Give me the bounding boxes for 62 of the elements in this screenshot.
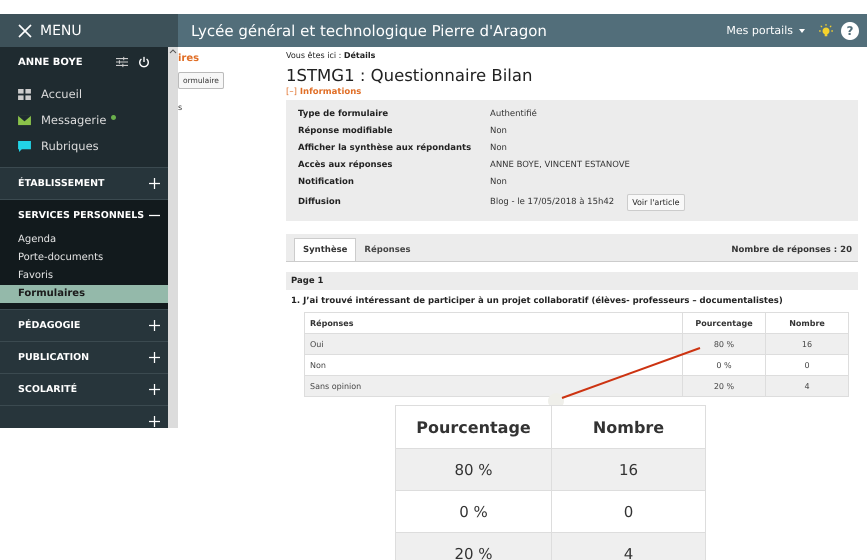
caret-icon <box>799 28 805 32</box>
info-value: Non <box>490 176 507 186</box>
section-header[interactable]: PÉDAGOGIE <box>0 310 168 341</box>
tab[interactable]: Synthèse <box>294 238 356 261</box>
envelope-icon <box>18 114 31 126</box>
table-cell: 16 <box>766 334 848 354</box>
section-header[interactable]: ÉTABLISSEMENT <box>0 168 168 199</box>
view-article-button[interactable]: Voir l'article <box>627 194 685 210</box>
page-title: 1STMG1 : Questionnaire Bilan <box>286 65 534 87</box>
table-cell: 4 <box>552 532 706 560</box>
sidebar-link[interactable]: Accueil <box>0 81 168 107</box>
info-value: ANNE BOYE, VINCENT ESTANOVE <box>490 160 630 170</box>
settings-icon[interactable] <box>116 56 128 68</box>
table-cell: 20 % <box>396 532 552 560</box>
section-header[interactable]: PUBLICATION <box>0 342 168 373</box>
portals-menu[interactable]: Mes portails <box>726 24 805 37</box>
column-header: Réponses <box>304 312 682 334</box>
table-cell: Sans opinion <box>304 376 682 396</box>
sidebar-link[interactable]: Rubriques <box>0 133 168 159</box>
sidebar-item[interactable]: Agenda <box>0 231 168 249</box>
help-button[interactable]: ? <box>841 22 859 40</box>
question-text: 1. J’ai trouvé intéressant de participer à un projet collaboratif (élèves- professeurs – documentalistes) <box>291 296 784 306</box>
breadcrumb: Vous êtes ici : Détails <box>286 51 376 60</box>
table-cell: 80 % <box>682 334 766 354</box>
section-header[interactable]: SCOLARITÉ <box>0 374 168 405</box>
sidebar-link[interactable]: Messagerie <box>0 107 168 133</box>
tab[interactable]: Réponses <box>356 239 419 261</box>
section-header[interactable]: SERVICES PERSONNELS <box>0 200 168 231</box>
info-label: Réponse modifiable <box>298 126 394 136</box>
site-title: Lycée général et technologique Pierre d'Aragon <box>191 22 548 40</box>
power-icon[interactable] <box>138 56 150 68</box>
menu-button[interactable]: MENU <box>0 14 178 47</box>
table-cell: 80 % <box>396 448 552 490</box>
sidebar-item[interactable]: Porte-documents <box>0 249 168 267</box>
response-count: Nombre de réponses : 20 <box>731 244 853 257</box>
scroll-up-icon[interactable] <box>169 48 177 54</box>
info-value: Blog - le 17/05/2018 à 15h42 <box>490 197 614 207</box>
info-value: Authentifié <box>490 108 537 118</box>
info-label: Afficher la synthèse aux répondants <box>298 142 472 152</box>
sidebar-item[interactable]: Formulaires <box>0 285 168 303</box>
panel-text: s <box>178 103 182 112</box>
info-value: Non <box>490 126 507 136</box>
column-header: Pourcentage <box>396 406 552 448</box>
column-header: Nombre <box>766 312 848 334</box>
info-value: Non <box>490 142 507 152</box>
table-cell: 16 <box>552 448 706 490</box>
close-icon <box>18 24 32 38</box>
table-cell: 20 % <box>682 376 766 396</box>
lightbulb-icon[interactable] <box>819 24 833 38</box>
info-label: Accès aux réponses <box>298 160 394 170</box>
info-label: Diffusion <box>298 197 342 207</box>
info-label: Notification <box>298 176 355 186</box>
chat-icon <box>18 140 31 152</box>
page-label: Page 1 <box>291 276 324 286</box>
sidebar-item[interactable]: Favoris <box>0 267 168 285</box>
table-cell: 4 <box>766 376 848 396</box>
panel-heading: ires <box>178 53 200 64</box>
user-name: ANNE BOYE <box>18 56 84 68</box>
grid-icon <box>18 88 31 100</box>
info-label: Type de formulaire <box>298 108 390 118</box>
table-cell: Oui <box>304 334 682 354</box>
column-header: Pourcentage <box>682 312 766 334</box>
